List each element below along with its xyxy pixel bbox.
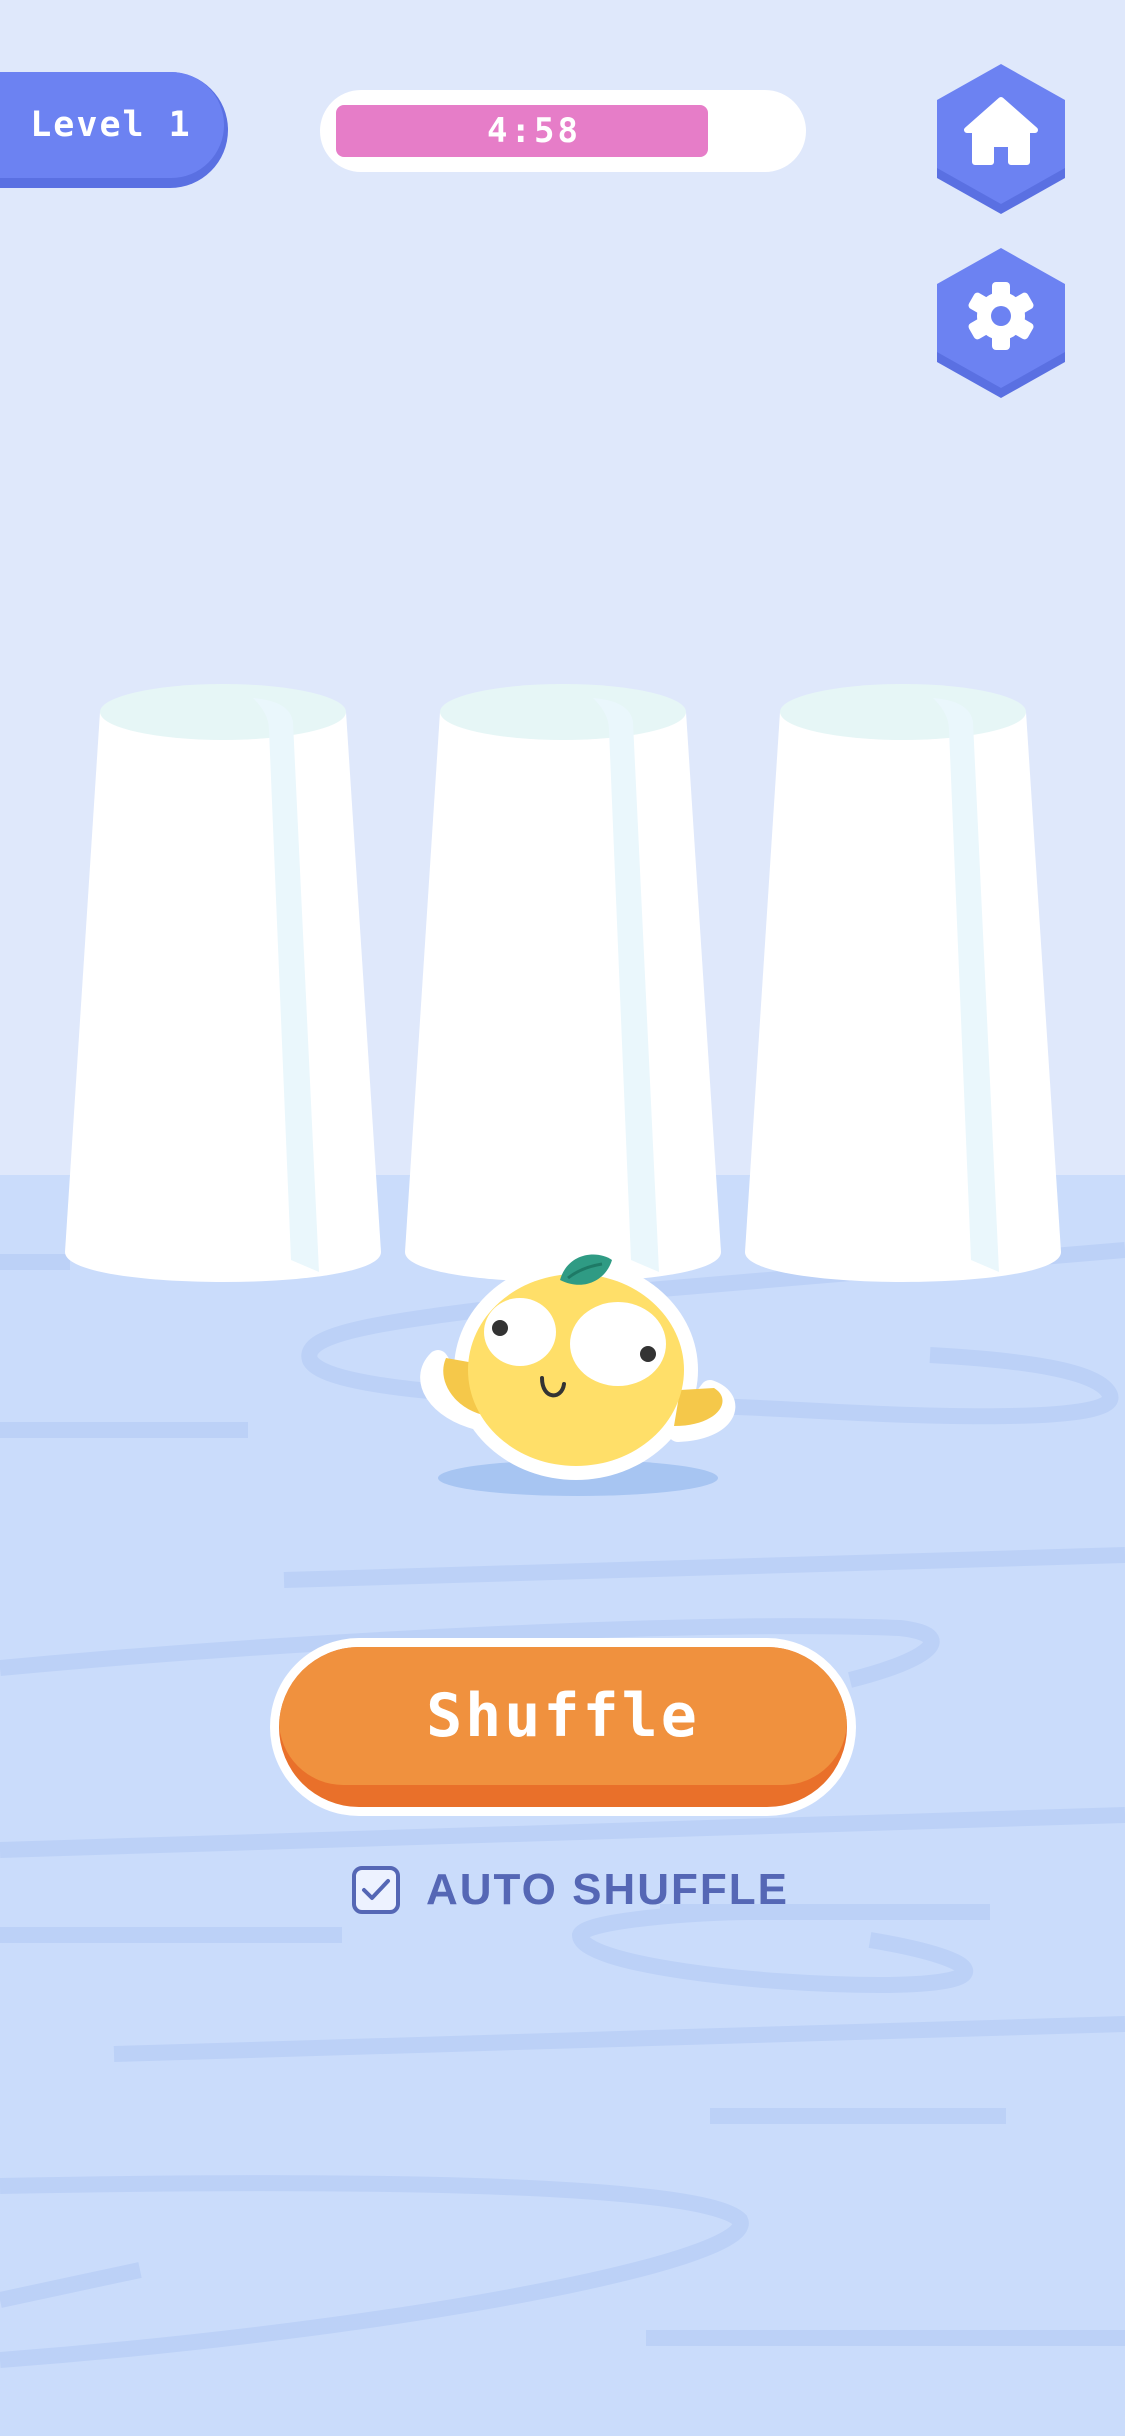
cup-1[interactable] xyxy=(65,684,381,1282)
settings-button[interactable] xyxy=(931,244,1071,398)
cup-3[interactable] xyxy=(745,684,1061,1282)
auto-shuffle-label: AUTO SHUFFLE xyxy=(426,1865,789,1914)
lemon-character xyxy=(420,1254,736,1496)
level-label: Level 1 xyxy=(30,105,192,145)
home-icon xyxy=(937,64,1065,214)
auto-shuffle-toggle[interactable]: AUTO SHUFFLE xyxy=(352,1862,789,1918)
timer-text: 4:58 xyxy=(487,111,581,151)
home-button[interactable] xyxy=(931,60,1071,214)
level-pill-face: Level 1 xyxy=(0,72,224,178)
cup-2[interactable] xyxy=(405,684,721,1282)
shuffle-button-base: Shuffle xyxy=(279,1647,847,1807)
shuffle-button-face: Shuffle xyxy=(279,1647,847,1785)
checkmark-icon xyxy=(362,1879,390,1900)
timer-bar: 4:58 xyxy=(320,90,806,172)
auto-shuffle-checkbox[interactable] xyxy=(352,1866,400,1914)
level-indicator: Level 1 xyxy=(0,72,228,188)
shuffle-label: Shuffle xyxy=(426,1681,700,1751)
shuffle-button[interactable]: Shuffle xyxy=(270,1638,856,1816)
gear-icon xyxy=(937,248,1065,398)
